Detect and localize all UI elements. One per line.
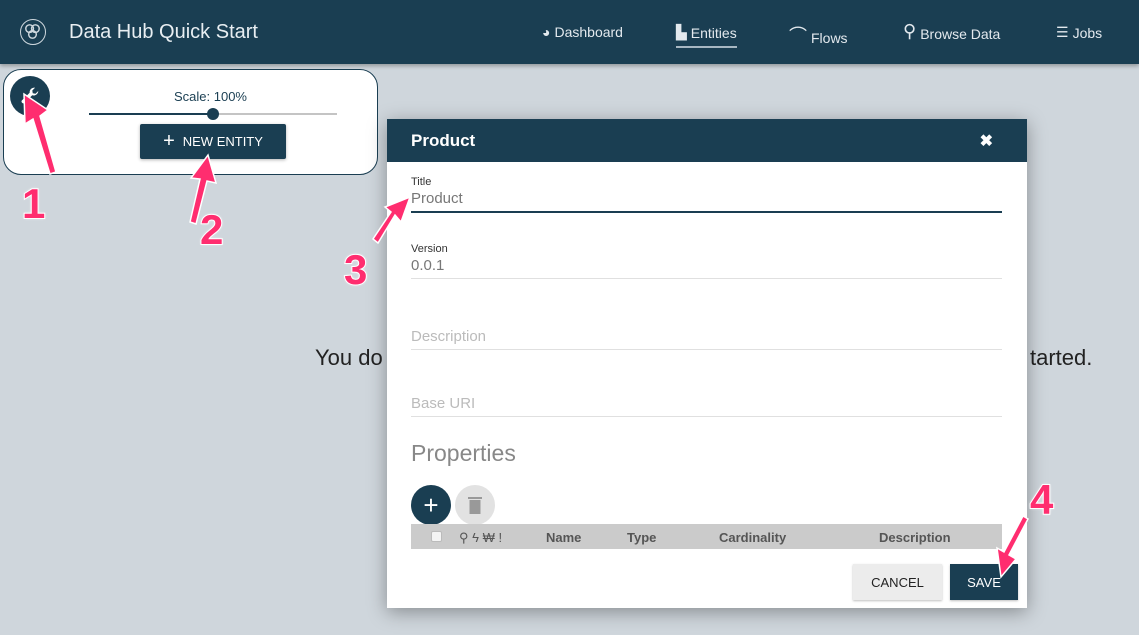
entity-toolbox: Scale: 100% + NEW ENTITY bbox=[3, 69, 378, 175]
plus-icon: + bbox=[163, 130, 175, 152]
top-navbar: Data Hub Quick Start ◕ Dashboard ▙ Entitie… bbox=[0, 0, 1139, 64]
column-cardinality: Cardinality bbox=[719, 530, 787, 545]
search-icon: ⚲ bbox=[903, 20, 917, 41]
column-name: Name bbox=[546, 530, 582, 545]
base-uri-field[interactable]: Base URI bbox=[411, 393, 1002, 417]
annotation-2: 2 bbox=[199, 205, 224, 254]
wrench-button[interactable] bbox=[10, 76, 50, 116]
logo-icon[interactable] bbox=[20, 19, 46, 45]
scale-label: Scale: 100% bbox=[174, 89, 247, 104]
annotation-1: 1 bbox=[21, 179, 46, 228]
properties-table-header: ⚲ ϟ ₩ ! Name Type Cardinality Descriptio… bbox=[411, 524, 1002, 549]
rainbow-icon: ⌒ bbox=[789, 26, 807, 46]
close-icon[interactable]: ✖ bbox=[980, 131, 993, 151]
version-field[interactable]: Version 0.0.1 bbox=[411, 243, 1002, 279]
modal-title: Product bbox=[411, 131, 476, 150]
column-description: Description bbox=[879, 530, 951, 545]
empty-message-right: tarted. bbox=[1030, 345, 1093, 370]
select-all-checkbox[interactable] bbox=[431, 531, 442, 542]
add-property-button[interactable]: + bbox=[411, 485, 451, 525]
cancel-button[interactable]: CANCEL bbox=[853, 564, 942, 600]
empty-message-left: You do bbox=[315, 345, 383, 370]
nav-dashboard[interactable]: ◕ Dashboard bbox=[542, 24, 623, 40]
wrench-icon bbox=[21, 87, 39, 104]
nav-flows[interactable]: ⌒ Flows bbox=[789, 22, 848, 48]
modal-header: Product ✖ bbox=[387, 119, 1027, 162]
new-entity-button[interactable]: + NEW ENTITY bbox=[140, 124, 286, 159]
nav-entities[interactable]: ▙ Entities bbox=[676, 24, 737, 48]
nav-browse-data[interactable]: ⚲ Browse Data bbox=[903, 20, 1000, 43]
dashboard-icon: ◕ bbox=[542, 24, 551, 40]
scale-slider[interactable] bbox=[89, 108, 337, 120]
slider-handle[interactable] bbox=[207, 108, 219, 120]
annotation-3: 3 bbox=[343, 245, 368, 294]
title-field[interactable]: Title Product bbox=[411, 176, 1002, 213]
factory-icon: ▙ bbox=[676, 24, 687, 40]
trash-icon bbox=[468, 497, 482, 514]
description-field[interactable]: Description bbox=[411, 326, 1002, 350]
annotation-4: 4 bbox=[1029, 475, 1054, 524]
delete-property-button[interactable] bbox=[455, 485, 495, 525]
list-icon: ☰ bbox=[1056, 24, 1069, 40]
app-title: Data Hub Quick Start bbox=[69, 21, 258, 43]
properties-heading: Properties bbox=[411, 440, 516, 466]
save-button[interactable]: SAVE bbox=[950, 564, 1018, 600]
entity-editor-modal: Product ✖ Title Product Version 0.0.1 Descr… bbox=[387, 119, 1027, 608]
column-type: Type bbox=[627, 530, 657, 545]
key-bolt-won-exclaim-icons: ⚲ ϟ ₩ ! bbox=[459, 530, 503, 545]
plus-icon: + bbox=[423, 489, 439, 520]
nav-jobs[interactable]: ☰ Jobs bbox=[1056, 24, 1102, 41]
